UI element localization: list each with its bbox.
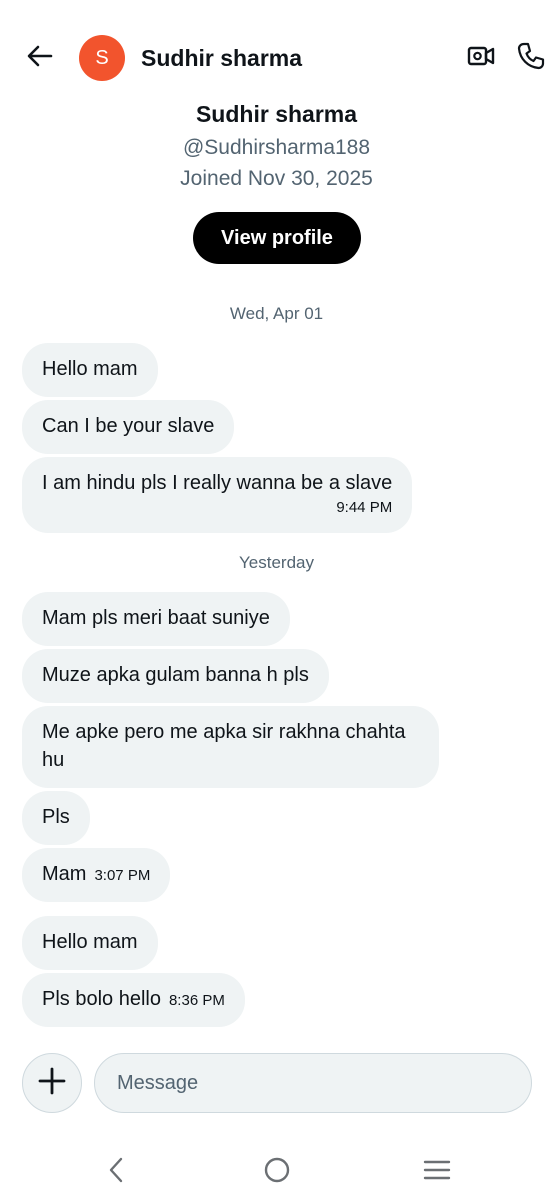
add-attachment-button[interactable]: [22, 1053, 82, 1113]
message-bubble[interactable]: Mam 3:07 PM: [22, 848, 171, 902]
message-bubble[interactable]: Me apke pero me apka sir rakhna chahta h…: [22, 706, 439, 788]
message-bubble[interactable]: Pls: [22, 791, 90, 845]
video-call-button[interactable]: [463, 40, 499, 76]
message-bubble[interactable]: Can I be your slave: [22, 400, 235, 454]
voice-call-button[interactable]: [513, 40, 549, 76]
arrow-left-icon: [25, 41, 55, 76]
date-separator: Yesterday: [239, 553, 314, 572]
message-text: Muze apka gulam banna h pls: [42, 664, 309, 686]
message-text: Can I be your slave: [42, 415, 215, 437]
back-button[interactable]: [20, 38, 60, 78]
conversation-header: S Sudhir sharma: [0, 26, 553, 90]
message-bubble[interactable]: Muze apka gulam banna h pls: [22, 649, 329, 703]
message-bubble[interactable]: Hello mam: [22, 916, 158, 970]
message-text: Mam pls meri baat suniye: [42, 607, 270, 629]
phone-icon: [516, 41, 546, 76]
home-circle-icon: [263, 1156, 291, 1189]
message-bubble[interactable]: Hello mam: [22, 343, 158, 397]
message-time: 3:07 PM: [94, 867, 151, 884]
profile-joined-date: Joined Nov 30, 2025: [180, 167, 373, 190]
message-text: Me apke pero me apka sir rakhna chahta h…: [42, 721, 406, 771]
avatar-letter: S: [95, 46, 109, 69]
video-camera-icon: [466, 41, 496, 76]
message-text: Hello mam: [42, 358, 138, 380]
avatar[interactable]: S: [79, 35, 125, 81]
message-text: I am hindu pls I really wanna be a slave: [42, 472, 393, 494]
date-separator: Wed, Apr 01: [229, 304, 324, 323]
message-time: 8:36 PM: [168, 992, 225, 1009]
message-text: Pls bolo hello: [42, 988, 161, 1010]
profile-handle: @Sudhirsharma188: [182, 136, 371, 159]
system-recents-button[interactable]: [417, 1152, 457, 1192]
header-title[interactable]: Sudhir sharma: [141, 43, 302, 73]
message-time: 9:44 PM: [336, 499, 393, 516]
profile-summary: Sudhir sharma @Sudhirsharma188 Joined No…: [0, 96, 553, 194]
message-input[interactable]: [94, 1053, 532, 1113]
system-home-button[interactable]: [257, 1152, 297, 1192]
view-profile-button[interactable]: View profile: [193, 212, 361, 264]
plus-icon: [37, 1066, 67, 1101]
message-text: Hello mam: [42, 931, 138, 953]
system-back-button[interactable]: [97, 1152, 137, 1192]
system-nav-bar: [0, 1140, 553, 1200]
message-text: Pls: [42, 806, 70, 828]
message-text: Mam: [42, 863, 87, 885]
profile-name: Sudhir sharma: [195, 101, 358, 127]
message-bubble[interactable]: I am hindu pls I really wanna be a slave…: [22, 457, 413, 533]
message-bubble[interactable]: Mam pls meri baat suniye: [22, 592, 290, 646]
message-bubble[interactable]: Pls bolo hello 8:36 PM: [22, 973, 245, 1027]
chevron-left-icon: [105, 1156, 129, 1189]
menu-icon: [423, 1158, 451, 1187]
